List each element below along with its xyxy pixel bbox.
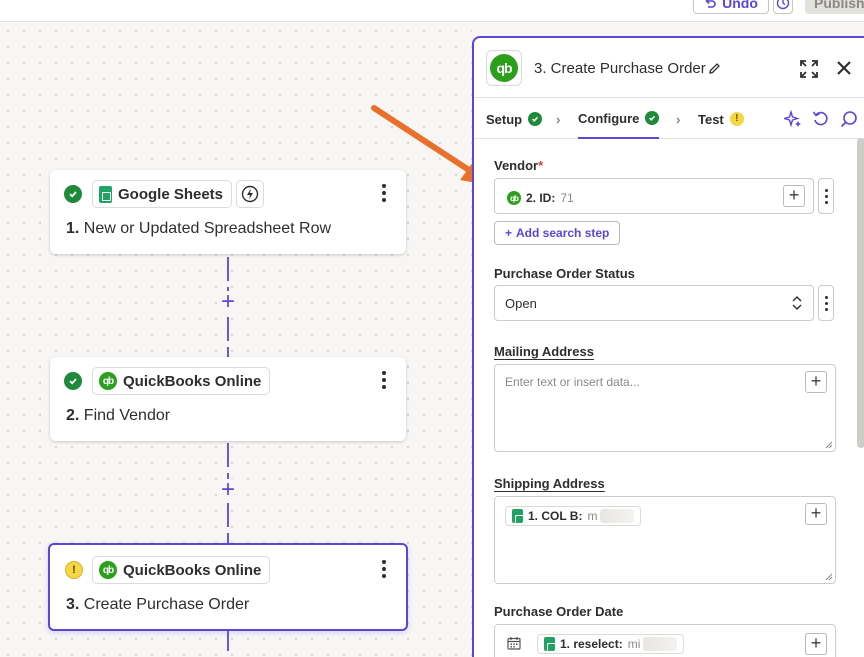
add-step-button[interactable]: + — [217, 478, 239, 502]
history-button[interactable] — [773, 0, 793, 14]
top-bar: Undo Publish — [0, 0, 864, 22]
step-title: 2. Find Vendor — [66, 407, 171, 424]
lightning-icon — [241, 185, 259, 203]
check-icon — [64, 185, 82, 203]
search-icon[interactable] — [840, 110, 858, 128]
refresh-icon[interactable] — [812, 110, 830, 128]
quickbooks-icon: qb — [507, 191, 521, 205]
app-name: QuickBooks Online — [123, 561, 262, 579]
tab-setup[interactable]: Setup — [486, 99, 543, 139]
vendor-label: Vendor* — [494, 158, 544, 173]
expand-icon[interactable] — [800, 60, 818, 78]
panel-title: 3. Create Purchase Order — [534, 60, 706, 77]
po-status-select[interactable]: Open — [494, 285, 814, 321]
undo-icon — [705, 0, 716, 8]
check-icon — [528, 112, 543, 126]
google-sheets-icon — [512, 509, 524, 524]
quickbooks-icon: qb — [490, 54, 518, 82]
quickbooks-icon: qb — [99, 372, 117, 390]
add-step-button[interactable]: + — [217, 290, 239, 314]
app-chip: qb QuickBooks Online — [92, 556, 271, 584]
panel-header: qb 3. Create Purchase Order — [474, 38, 864, 98]
shipping-address-input[interactable]: 1. COL B: m + — [494, 496, 836, 584]
po-status-label: Purchase Order Status — [494, 266, 635, 281]
app-name: Google Sheets — [118, 185, 224, 203]
undo-label: Undo — [722, 0, 758, 11]
quickbooks-icon: qb — [99, 561, 117, 579]
insert-data-button[interactable]: + — [805, 633, 827, 655]
chevron-right-icon: › — [556, 112, 561, 127]
sparkle-icon[interactable] — [784, 110, 802, 128]
step-tabs: Setup › Configure › Test ! — [474, 99, 864, 139]
step-title: 1. New or Updated Spreadsheet Row — [66, 220, 332, 237]
undo-button[interactable]: Undo — [693, 0, 769, 14]
insert-data-button[interactable]: + — [805, 503, 827, 525]
warning-icon: ! — [729, 112, 744, 126]
chevron-right-icon: › — [676, 112, 681, 127]
check-icon — [64, 372, 82, 390]
kebab-icon[interactable] — [380, 369, 388, 391]
pencil-icon[interactable] — [708, 62, 721, 75]
check-icon — [645, 111, 660, 125]
resize-handle-icon[interactable] — [825, 573, 833, 581]
app-chip: qb QuickBooks Online — [92, 367, 271, 395]
po-date-input[interactable]: 1. reselect: mi + — [494, 624, 836, 657]
add-search-step-button[interactable]: + Add search step — [494, 221, 621, 245]
panel-scrollbar[interactable] — [857, 138, 864, 448]
data-pill[interactable]: qb 2. ID: 71 — [501, 188, 580, 208]
step-editor-panel: qb 3. Create Purchase Order Setup › Conf… — [472, 36, 864, 657]
data-pill[interactable]: 1. COL B: m — [505, 506, 642, 526]
po-status-value: Open — [505, 296, 537, 311]
step-node-3[interactable]: ! qb QuickBooks Online 3. Create Purchas… — [48, 543, 408, 631]
chevron-updown-icon — [792, 296, 802, 310]
mailing-address-placeholder: Enter text or insert data... — [505, 375, 640, 389]
publish-button[interactable]: Publish — [805, 0, 864, 14]
app-name: QuickBooks Online — [123, 372, 262, 390]
warning-icon: ! — [65, 561, 83, 579]
mailing-address-input[interactable]: Enter text or insert data... + — [494, 364, 836, 452]
app-icon: qb — [486, 50, 522, 86]
plus-icon: + — [505, 226, 513, 240]
tab-test[interactable]: Test ! — [698, 99, 744, 139]
step-title: 3. Create Purchase Order — [66, 596, 250, 613]
field-options-kebab[interactable] — [818, 285, 834, 321]
vendor-field[interactable]: qb 2. ID: 71 + — [494, 178, 814, 214]
kebab-icon[interactable] — [380, 558, 388, 580]
data-pill[interactable]: 1. reselect: mi — [537, 634, 685, 654]
close-icon[interactable] — [836, 60, 852, 76]
tab-configure[interactable]: Configure — [578, 99, 660, 139]
resize-handle-icon[interactable] — [825, 441, 833, 449]
po-date-label: Purchase Order Date — [494, 604, 624, 619]
insert-data-button[interactable]: + — [805, 371, 827, 393]
insert-data-button[interactable]: + — [783, 185, 805, 207]
step-node-2[interactable]: qb QuickBooks Online 2. Find Vendor — [50, 357, 406, 441]
app-chip: Google Sheets — [92, 180, 233, 208]
field-options-kebab[interactable] — [818, 178, 834, 214]
google-sheets-icon — [544, 637, 556, 652]
history-icon — [776, 0, 790, 10]
trigger-chip — [236, 180, 264, 208]
mailing-address-label: Mailing Address — [494, 344, 594, 359]
google-sheets-icon — [99, 185, 112, 203]
connector-line — [227, 627, 229, 657]
shipping-address-label: Shipping Address — [494, 476, 605, 491]
step-node-1[interactable]: Google Sheets 1. New or Updated Spreadsh… — [50, 170, 406, 254]
calendar-icon — [507, 637, 521, 650]
